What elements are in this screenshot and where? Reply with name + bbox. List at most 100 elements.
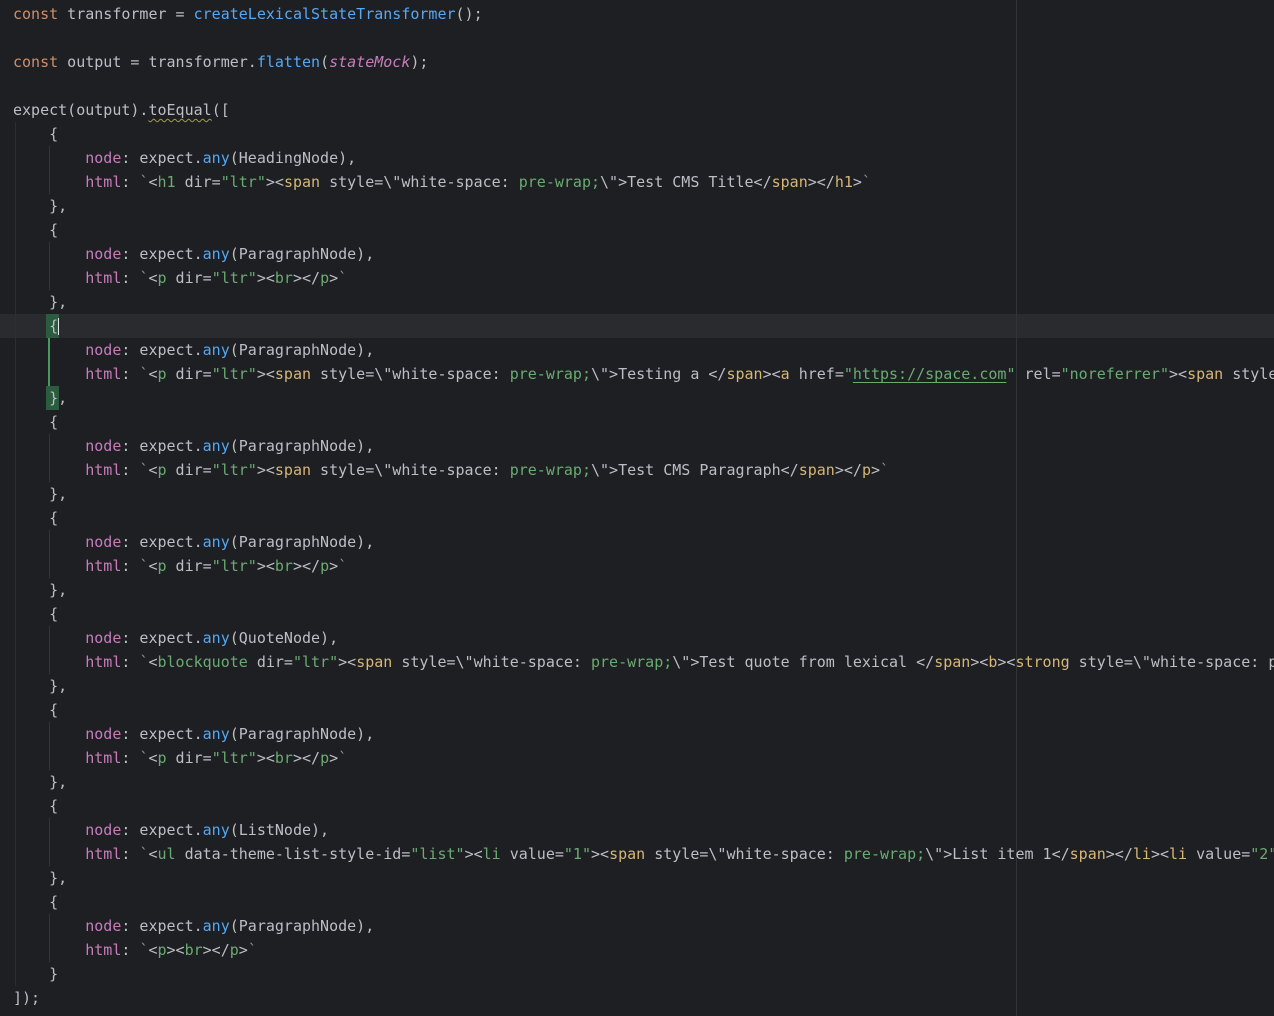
code-line[interactable]: }, [13, 770, 1274, 794]
code-token: li [483, 845, 501, 863]
code-line[interactable]: }, [13, 290, 1274, 314]
code-token: >< [257, 365, 275, 383]
code-token: any [203, 821, 230, 839]
code-token: ></ [203, 941, 230, 959]
code-line[interactable]: html: `<p dir="ltr"><span style=\"white-… [13, 362, 1274, 386]
code-line[interactable]: node: expect.any(ParagraphNode), [13, 434, 1274, 458]
code-token: node [85, 725, 121, 743]
code-token [13, 365, 85, 383]
code-line[interactable]: }, [13, 194, 1274, 218]
code-line[interactable]: { [13, 890, 1274, 914]
code-token [13, 341, 85, 359]
code-line[interactable]: { [13, 314, 1274, 338]
code-line[interactable]: { [13, 602, 1274, 626]
code-line[interactable]: { [13, 506, 1274, 530]
code-line[interactable]: }, [13, 482, 1274, 506]
code-line[interactable]: }, [13, 866, 1274, 890]
code-line[interactable]: html: `<p dir="ltr"><span style=\"white-… [13, 458, 1274, 482]
code-token: dir= [167, 557, 212, 575]
code-token: span [772, 173, 808, 191]
code-token: "ltr" [293, 653, 338, 671]
code-token [13, 245, 85, 263]
code-token: : expect. [121, 437, 202, 455]
code-token: }, [13, 773, 67, 791]
code-token: : expect. [121, 245, 202, 263]
code-token [13, 749, 85, 767]
code-token [13, 173, 85, 191]
code-token: { [13, 605, 58, 623]
code-line[interactable]: html: `<p dir="ltr"><br></p>` [13, 266, 1274, 290]
code-token: < [148, 461, 157, 479]
code-token: >< [257, 461, 275, 479]
code-token: ></ [293, 269, 320, 287]
code-line[interactable]: } [13, 962, 1274, 986]
code-token: " [844, 365, 853, 383]
code-token: node [85, 917, 121, 935]
code-token: pre-wrap; [510, 365, 591, 383]
code-line[interactable]: { [13, 122, 1274, 146]
code-token: >< [338, 653, 356, 671]
code-token: : [121, 749, 139, 767]
code-token: any [203, 629, 230, 647]
code-token: >< [1151, 845, 1169, 863]
code-line[interactable]: html: `<ul data-theme-list-style-id="lis… [13, 842, 1274, 866]
code-editor[interactable]: const transformer = createLexicalStateTr… [0, 0, 1274, 1016]
code-line[interactable]: const output = transformer.flatten(state… [13, 50, 1274, 74]
code-line[interactable]: node: expect.any(ParagraphNode), [13, 530, 1274, 554]
code-line[interactable]: html: `<p dir="ltr"><br></p>` [13, 746, 1274, 770]
code-token [13, 461, 85, 479]
code-token: h1 [158, 173, 176, 191]
code-token: ul [158, 845, 176, 863]
code-line[interactable]: node: expect.any(ParagraphNode), [13, 722, 1274, 746]
code-token: > [329, 557, 338, 575]
code-token: ></ [808, 173, 835, 191]
code-token: strong [1015, 653, 1069, 671]
code-token [13, 269, 85, 287]
code-line[interactable]: { [13, 410, 1274, 434]
code-token: p [158, 269, 167, 287]
code-token: >< [257, 749, 275, 767]
code-line[interactable]: node: expect.any(ListNode), [13, 818, 1274, 842]
code-token: node [85, 341, 121, 359]
code-token: >< [257, 269, 275, 287]
code-token: > [329, 749, 338, 767]
code-token: br [185, 941, 203, 959]
code-token: li [1133, 845, 1151, 863]
code-line[interactable]: { [13, 698, 1274, 722]
code-line[interactable]: html: `<p dir="ltr"><br></p>` [13, 554, 1274, 578]
code-line[interactable]: { [13, 218, 1274, 242]
code-line[interactable]: node: expect.any(ParagraphNode), [13, 338, 1274, 362]
code-line[interactable]: expect(output).toEqual([ [13, 98, 1274, 122]
code-token [13, 149, 85, 167]
code-line[interactable]: html: `<blockquote dir="ltr"><span style… [13, 650, 1274, 674]
code-token: data-theme-list-style-id= [176, 845, 411, 863]
code-token: pre-wrap; [591, 653, 672, 671]
code-line[interactable]: const transformer = createLexicalStateTr… [13, 2, 1274, 26]
code-token: : expect. [121, 629, 202, 647]
code-token: ]); [13, 989, 40, 1007]
code-token [13, 821, 85, 839]
code-line[interactable]: node: expect.any(ParagraphNode), [13, 914, 1274, 938]
code-token: { [13, 413, 58, 431]
code-token: >< [591, 845, 609, 863]
code-line[interactable]: node: expect.any(ParagraphNode), [13, 242, 1274, 266]
code-line[interactable] [13, 26, 1274, 50]
code-line[interactable]: html: `<h1 dir="ltr"><span style=\"white… [13, 170, 1274, 194]
code-line[interactable]: { [13, 794, 1274, 818]
code-token: { [13, 797, 58, 815]
code-line[interactable]: }, [13, 578, 1274, 602]
code-line[interactable]: node: expect.any(QuoteNode), [13, 626, 1274, 650]
code-token: style= [1223, 365, 1274, 383]
code-token: span [799, 461, 835, 479]
code-token [13, 557, 85, 575]
code-line[interactable]: ]); [13, 986, 1274, 1010]
code-line[interactable]: html: `<p><br></p>` [13, 938, 1274, 962]
code-line[interactable]: }, [13, 674, 1274, 698]
code-token: : expect. [121, 341, 202, 359]
code-line[interactable]: }, [13, 386, 1274, 410]
code-token: node [85, 149, 121, 167]
code-token: : expect. [121, 533, 202, 551]
code-line[interactable]: node: expect.any(HeadingNode), [13, 146, 1274, 170]
code-token [13, 941, 85, 959]
code-line[interactable] [13, 74, 1274, 98]
